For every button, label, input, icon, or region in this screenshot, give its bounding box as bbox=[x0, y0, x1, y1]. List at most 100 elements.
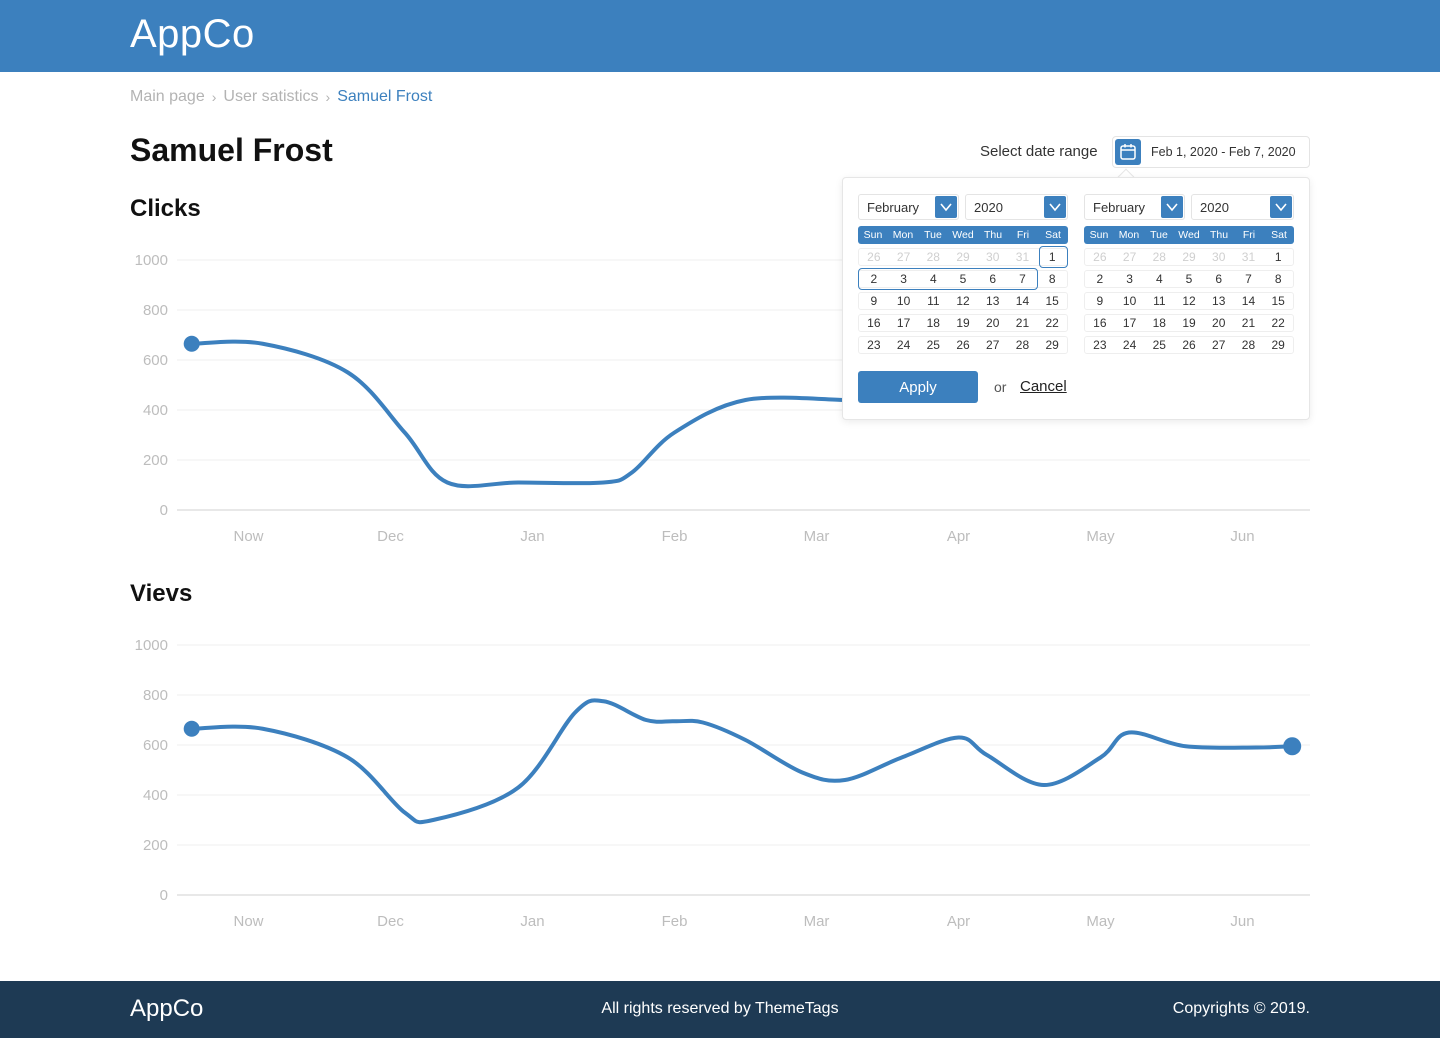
chevron-down-icon[interactable] bbox=[1044, 196, 1066, 218]
calendar-day[interactable]: 23 bbox=[1085, 337, 1115, 353]
year-select[interactable]: 2020 bbox=[965, 194, 1068, 220]
calendar-day[interactable]: 9 bbox=[859, 293, 889, 309]
month-select[interactable]: February bbox=[858, 194, 959, 220]
chevron-down-icon[interactable] bbox=[935, 196, 957, 218]
breadcrumb-item-main-page[interactable]: Main page bbox=[130, 88, 205, 106]
calendar-day[interactable]: 21 bbox=[1234, 315, 1264, 331]
weekday-label: Tue bbox=[924, 229, 942, 241]
calendar-day[interactable]: 14 bbox=[1234, 293, 1264, 309]
calendar-day[interactable]: 4 bbox=[918, 271, 948, 287]
calendar-day[interactable]: 10 bbox=[1115, 293, 1145, 309]
calendar-day[interactable]: 12 bbox=[1174, 293, 1204, 309]
calendar-day[interactable]: 26 bbox=[1085, 249, 1115, 265]
calendar-day[interactable]: 29 bbox=[948, 249, 978, 265]
y-tick-label: 800 bbox=[143, 687, 168, 704]
cancel-link[interactable]: Cancel bbox=[1020, 378, 1067, 395]
calendar-day[interactable]: 20 bbox=[978, 315, 1008, 331]
calendar-day[interactable]: 26 bbox=[1174, 337, 1204, 353]
calendar-day[interactable]: 29 bbox=[1263, 337, 1293, 353]
calendar-day[interactable]: 6 bbox=[978, 271, 1008, 287]
calendar-day[interactable]: 27 bbox=[889, 249, 919, 265]
calendar-day[interactable]: 9 bbox=[1085, 293, 1115, 309]
calendar-day[interactable]: 21 bbox=[1008, 315, 1038, 331]
calendar-day[interactable]: 15 bbox=[1263, 293, 1293, 309]
calendar-day[interactable]: 31 bbox=[1008, 249, 1038, 265]
footer-copyright: Copyrights © 2019. bbox=[1172, 1000, 1310, 1017]
calendar-day[interactable]: 16 bbox=[1085, 315, 1115, 331]
chevron-down-icon[interactable] bbox=[1270, 196, 1292, 218]
date-range-input[interactable]: Feb 1, 2020 - Feb 7, 2020 bbox=[1112, 136, 1310, 168]
y-tick-label: 200 bbox=[143, 452, 168, 469]
calendar-day[interactable]: 18 bbox=[1144, 315, 1174, 331]
calendar-day[interactable]: 19 bbox=[1174, 315, 1204, 331]
x-tick-label: Dec bbox=[377, 528, 404, 545]
calendar-day[interactable]: 3 bbox=[1115, 271, 1145, 287]
calendar-day[interactable]: 28 bbox=[1008, 337, 1038, 353]
calendar-day[interactable]: 5 bbox=[948, 271, 978, 287]
breadcrumb-item-user-statistics[interactable]: User satistics bbox=[223, 88, 318, 106]
calendar-day[interactable]: 13 bbox=[978, 293, 1008, 309]
chevron-right-icon: › bbox=[325, 89, 331, 105]
chevron-down-icon[interactable] bbox=[1161, 196, 1183, 218]
year-select[interactable]: 2020 bbox=[1191, 194, 1294, 220]
calendar-day[interactable]: 16 bbox=[859, 315, 889, 331]
calendar-day[interactable]: 20 bbox=[1204, 315, 1234, 331]
calendar-day[interactable]: 5 bbox=[1174, 271, 1204, 287]
calendar-day[interactable]: 7 bbox=[1008, 271, 1038, 287]
month-select[interactable]: February bbox=[1084, 194, 1185, 220]
y-tick-label: 600 bbox=[143, 737, 168, 754]
calendar-day[interactable]: 12 bbox=[948, 293, 978, 309]
calendar-day[interactable]: 31 bbox=[1234, 249, 1264, 265]
calendar-day[interactable]: 28 bbox=[918, 249, 948, 265]
calendar-day[interactable]: 19 bbox=[948, 315, 978, 331]
calendar-day[interactable]: 4 bbox=[1144, 271, 1174, 287]
calendar-day[interactable]: 2 bbox=[859, 271, 889, 287]
x-tick-label: Jun bbox=[1230, 913, 1254, 930]
calendar-day[interactable]: 11 bbox=[918, 293, 948, 309]
calendar-day[interactable]: 17 bbox=[1115, 315, 1145, 331]
calendar-day[interactable]: 30 bbox=[1204, 249, 1234, 265]
calendar-day[interactable]: 22 bbox=[1263, 315, 1293, 331]
month-select-value: February bbox=[1093, 200, 1146, 215]
calendar-day[interactable]: 26 bbox=[859, 249, 889, 265]
calendar-day[interactable]: 23 bbox=[859, 337, 889, 353]
views-chart: 1000 800 600 400 200 0 Now Dec Jan Feb Mar Apr May Ju… bbox=[135, 637, 1310, 930]
x-tick-label: Feb bbox=[662, 913, 688, 930]
calendar-day[interactable]: 7 bbox=[1234, 271, 1264, 287]
calendar-day[interactable]: 24 bbox=[1115, 337, 1145, 353]
calendar-day[interactable]: 1 bbox=[1263, 249, 1293, 265]
calendar-day[interactable]: 29 bbox=[1174, 249, 1204, 265]
calendar-day[interactable]: 14 bbox=[1008, 293, 1038, 309]
calendar-day[interactable]: 27 bbox=[1204, 337, 1234, 353]
calendar-day[interactable]: 11 bbox=[1144, 293, 1174, 309]
calendar-day[interactable]: 24 bbox=[889, 337, 919, 353]
calendar-day[interactable]: 15 bbox=[1037, 293, 1067, 309]
weekday-label: Sun bbox=[863, 229, 883, 241]
calendar-day[interactable]: 22 bbox=[1037, 315, 1067, 331]
weekday-label: Sat bbox=[1271, 229, 1287, 241]
calendar-day[interactable]: 6 bbox=[1204, 271, 1234, 287]
calendar-day[interactable]: 28 bbox=[1234, 337, 1264, 353]
calendar-day[interactable]: 2 bbox=[1085, 271, 1115, 287]
calendar-day[interactable]: 17 bbox=[889, 315, 919, 331]
calendar-day[interactable]: 3 bbox=[889, 271, 919, 287]
calendar-day[interactable]: 27 bbox=[1115, 249, 1145, 265]
calendar-day[interactable]: 25 bbox=[918, 337, 948, 353]
calendar-day[interactable]: 8 bbox=[1263, 271, 1293, 287]
calendar-day[interactable]: 8 bbox=[1037, 271, 1067, 287]
calendar-day[interactable]: 13 bbox=[1204, 293, 1234, 309]
calendar-day[interactable]: 10 bbox=[889, 293, 919, 309]
calendar-day[interactable]: 25 bbox=[1144, 337, 1174, 353]
app-logo[interactable]: AppCo bbox=[130, 12, 255, 57]
calendar-day[interactable]: 18 bbox=[918, 315, 948, 331]
data-point bbox=[183, 335, 200, 352]
calendar-day[interactable]: 29 bbox=[1037, 337, 1067, 353]
calendar-day[interactable]: 26 bbox=[948, 337, 978, 353]
calendar-day[interactable]: 27 bbox=[978, 337, 1008, 353]
calendar-day[interactable]: 30 bbox=[978, 249, 1008, 265]
calendar-icon[interactable] bbox=[1115, 139, 1141, 165]
apply-button[interactable]: Apply bbox=[858, 371, 978, 403]
calendar-day[interactable]: 28 bbox=[1144, 249, 1174, 265]
weekday-label: Fri bbox=[1016, 229, 1030, 241]
calendar-day[interactable]: 1 bbox=[1037, 249, 1067, 265]
